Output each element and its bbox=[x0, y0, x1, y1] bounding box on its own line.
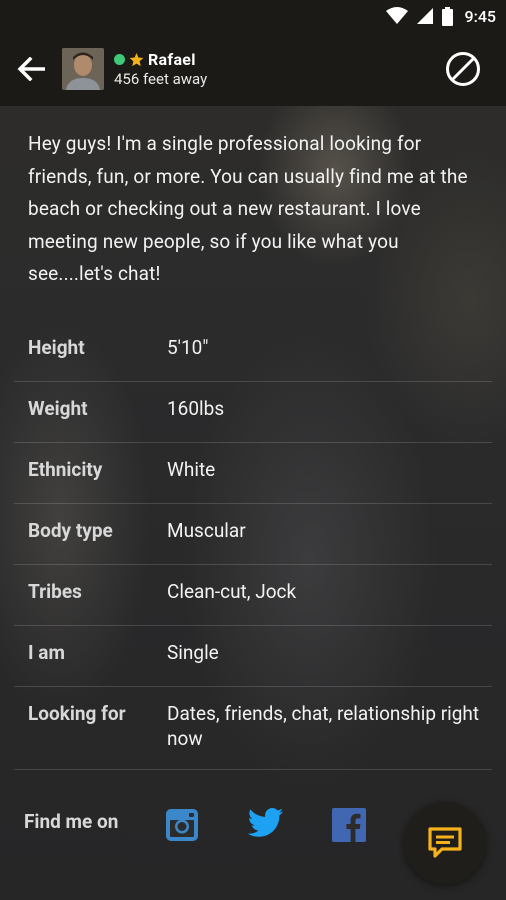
detail-label: I am bbox=[28, 640, 65, 664]
detail-row-ethnicity: Ethnicity White bbox=[14, 443, 492, 504]
instagram-icon bbox=[166, 809, 198, 841]
back-button[interactable] bbox=[0, 32, 62, 106]
online-status-dot bbox=[114, 54, 125, 65]
profile-bio: Hey guys! I'm a single professional look… bbox=[28, 132, 468, 285]
detail-value: Clean-cut, Jock bbox=[167, 579, 297, 603]
block-button[interactable] bbox=[444, 50, 482, 88]
signal-icon bbox=[416, 8, 433, 24]
wifi-icon bbox=[385, 7, 408, 24]
detail-row-height: Height 5′10″ bbox=[14, 321, 492, 382]
detail-value: 5′10″ bbox=[167, 335, 209, 359]
detail-label: Weight bbox=[28, 396, 88, 420]
detail-value: Single bbox=[167, 640, 219, 664]
twitter-link[interactable] bbox=[247, 808, 284, 844]
detail-label: Ethnicity bbox=[28, 457, 103, 481]
status-bar: 9:45 bbox=[0, 0, 506, 32]
profile-name: Rafael bbox=[148, 50, 196, 69]
detail-value: Muscular bbox=[167, 518, 246, 542]
profile-details: Height 5′10″ Weight 160lbs Ethnicity Whi… bbox=[14, 321, 492, 770]
avatar-photo bbox=[62, 48, 104, 90]
detail-row-i-am: I am Single bbox=[14, 626, 492, 687]
status-time: 9:45 bbox=[464, 6, 497, 26]
detail-label: Looking for bbox=[28, 701, 126, 725]
detail-value: Dates, friends, chat, relationship right… bbox=[167, 701, 480, 750]
facebook-icon bbox=[332, 808, 366, 842]
detail-row-body-type: Body type Muscular bbox=[14, 504, 492, 565]
battery-icon bbox=[441, 6, 453, 26]
profile-content: Hey guys! I'm a single professional look… bbox=[0, 106, 506, 770]
detail-row-weight: Weight 160lbs bbox=[14, 382, 492, 443]
detail-row-tribes: Tribes Clean-cut, Jock bbox=[14, 565, 492, 626]
detail-label: Body type bbox=[28, 518, 113, 542]
detail-label: Tribes bbox=[28, 579, 82, 603]
detail-value: White bbox=[167, 457, 216, 481]
star-icon bbox=[129, 52, 144, 67]
chat-bubble-icon bbox=[428, 827, 462, 858]
app-bar: Rafael 456 feet away bbox=[0, 32, 506, 106]
find-me-on-label: Find me on bbox=[24, 810, 119, 833]
arrow-left-icon bbox=[17, 57, 45, 81]
detail-label: Height bbox=[28, 335, 85, 359]
detail-value: 160lbs bbox=[167, 396, 225, 420]
detail-row-looking-for: Looking for Dates, friends, chat, relati… bbox=[14, 687, 492, 770]
chat-button[interactable] bbox=[404, 802, 486, 884]
facebook-link[interactable] bbox=[332, 808, 368, 844]
twitter-icon bbox=[247, 808, 284, 837]
instagram-link[interactable] bbox=[165, 808, 201, 844]
block-icon bbox=[446, 52, 480, 86]
avatar[interactable] bbox=[62, 48, 104, 90]
profile-distance: 456 feet away bbox=[114, 70, 208, 88]
